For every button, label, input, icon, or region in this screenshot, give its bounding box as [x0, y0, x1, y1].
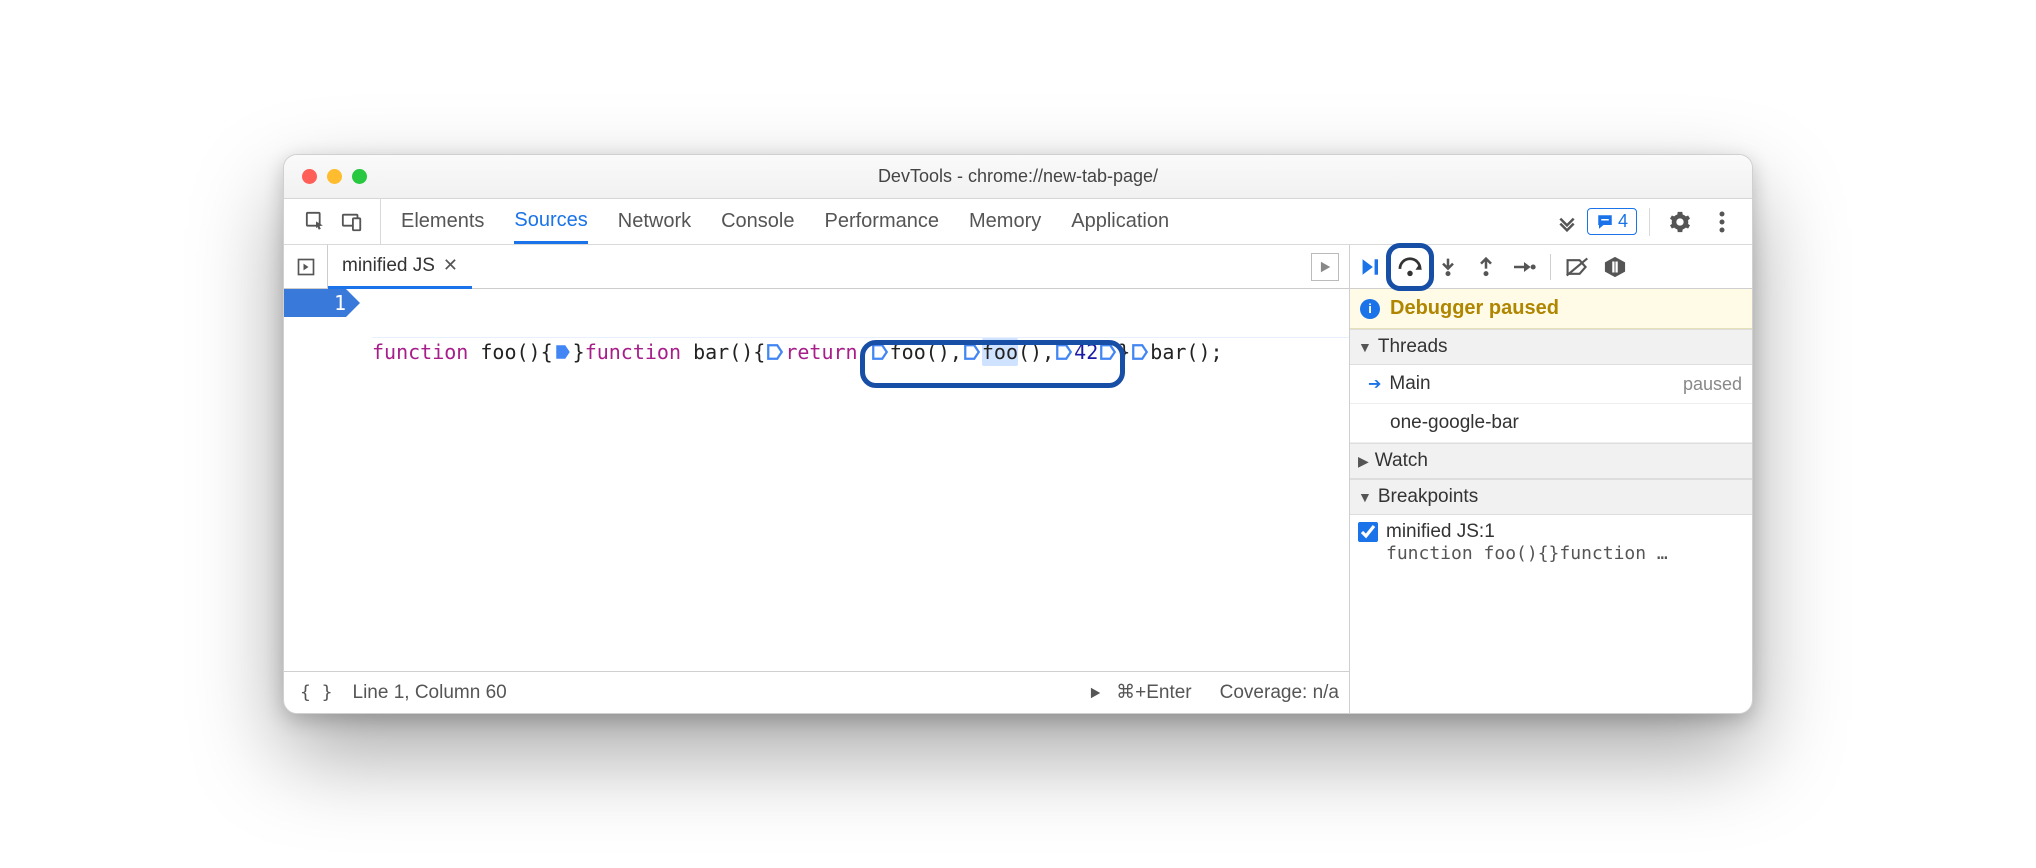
window-title: DevTools - chrome://new-tab-page/	[284, 166, 1752, 187]
section-threads[interactable]: ▼ Threads	[1350, 329, 1752, 365]
panel-tabs-row: Elements Sources Network Console Perform…	[284, 199, 1752, 245]
file-tab-close[interactable]: ✕	[443, 255, 458, 276]
current-thread-icon: ➔	[1368, 374, 1381, 394]
tab-elements[interactable]: Elements	[401, 199, 484, 244]
debugger-toolbar	[1350, 245, 1752, 289]
step-out-button[interactable]	[1468, 249, 1504, 285]
section-watch[interactable]: ▶ Watch	[1350, 443, 1752, 479]
debugger-status-text: Debugger paused	[1390, 297, 1559, 320]
step-marker-icon	[1099, 343, 1117, 361]
pretty-print-button[interactable]: { }	[294, 682, 339, 703]
code-editor[interactable]: 1 function foo(){}function bar(){return …	[284, 289, 1349, 671]
main-split: minified JS ✕ 1 function foo(){}function…	[284, 245, 1752, 713]
chevron-down-icon: ▼	[1358, 489, 1372, 505]
coverage-status: Coverage: n/a	[1220, 682, 1339, 704]
code-content[interactable]: function foo(){}function bar(){return fo…	[354, 289, 1349, 671]
breakpoint-snippet: function foo(){}function …	[1358, 543, 1744, 564]
feedback-button[interactable]: 4	[1587, 208, 1637, 235]
kebab-menu-button[interactable]	[1704, 204, 1740, 240]
info-icon: i	[1360, 299, 1380, 319]
left-tool-group	[288, 199, 381, 244]
breakpoint-item[interactable]: minified JS:1 function foo(){}function …	[1350, 515, 1752, 572]
step-button[interactable]	[1506, 249, 1542, 285]
device-toolbar-button[interactable]	[334, 204, 370, 240]
section-breakpoints[interactable]: ▼ Breakpoints	[1350, 479, 1752, 515]
deactivate-breakpoints-button[interactable]	[1559, 249, 1595, 285]
right-tool-group: 4	[1553, 204, 1748, 240]
run-icon	[1088, 686, 1102, 700]
show-navigator-button[interactable]	[284, 245, 328, 288]
editor-pane: minified JS ✕ 1 function foo(){}function…	[284, 245, 1350, 713]
titlebar: DevTools - chrome://new-tab-page/	[284, 155, 1752, 199]
window-maximize-button[interactable]	[352, 169, 367, 184]
traffic-lights	[284, 169, 367, 184]
settings-button[interactable]	[1662, 204, 1698, 240]
tab-sources[interactable]: Sources	[514, 199, 587, 244]
step-marker-icon	[963, 343, 981, 361]
step-marker-icon	[1131, 343, 1149, 361]
thread-main[interactable]: ➔ Main paused	[1350, 365, 1752, 404]
inspect-element-button[interactable]	[298, 204, 334, 240]
resume-button[interactable]	[1354, 249, 1390, 285]
devtools-window: DevTools - chrome://new-tab-page/ Elemen…	[283, 154, 1753, 714]
step-marker-icon	[766, 343, 784, 361]
breakpoint-label: minified JS:1	[1386, 521, 1495, 543]
tab-application[interactable]: Application	[1071, 199, 1169, 244]
separator	[1550, 254, 1551, 280]
gutter: 1	[284, 289, 354, 671]
run-shortcut: ⌘+Enter	[1116, 681, 1192, 704]
tab-memory[interactable]: Memory	[969, 199, 1041, 244]
window-close-button[interactable]	[302, 169, 317, 184]
cursor-position: Line 1, Column 60	[353, 682, 507, 704]
thread-worker[interactable]: one-google-bar	[1350, 404, 1752, 443]
step-marker-icon	[871, 343, 889, 361]
window-minimize-button[interactable]	[327, 169, 342, 184]
step-marker-icon	[1055, 343, 1073, 361]
panel-tabs: Elements Sources Network Console Perform…	[391, 199, 1169, 244]
tab-console[interactable]: Console	[721, 199, 794, 244]
step-over-button[interactable]	[1392, 249, 1428, 285]
step-marker-icon	[554, 343, 572, 361]
more-tabs-button[interactable]	[1553, 208, 1581, 236]
file-tab-label: minified JS	[342, 255, 435, 277]
file-tab-row: minified JS ✕	[284, 245, 1349, 289]
file-tab-active[interactable]: minified JS ✕	[328, 246, 472, 289]
chevron-right-icon: ▶	[1358, 453, 1369, 470]
debugger-status-banner: i Debugger paused	[1350, 289, 1752, 329]
tab-performance[interactable]: Performance	[825, 199, 940, 244]
code-line-1: function foo(){}function bar(){return fo…	[372, 337, 1349, 365]
editor-footer: { } Line 1, Column 60 ⌘+Enter Coverage: …	[284, 671, 1349, 713]
debugger-pane: i Debugger paused ▼ Threads ➔ Main pause…	[1350, 245, 1752, 713]
step-into-button[interactable]	[1430, 249, 1466, 285]
run-snippet-button[interactable]	[1311, 253, 1339, 281]
line-number[interactable]: 1	[284, 289, 346, 317]
separator	[1649, 208, 1650, 236]
breakpoint-checkbox[interactable]	[1358, 522, 1378, 542]
chevron-down-icon: ▼	[1358, 339, 1372, 355]
tab-network[interactable]: Network	[618, 199, 691, 244]
pause-on-exceptions-button[interactable]	[1597, 249, 1633, 285]
highlight-ring	[1386, 243, 1434, 291]
feedback-count: 4	[1618, 211, 1628, 232]
